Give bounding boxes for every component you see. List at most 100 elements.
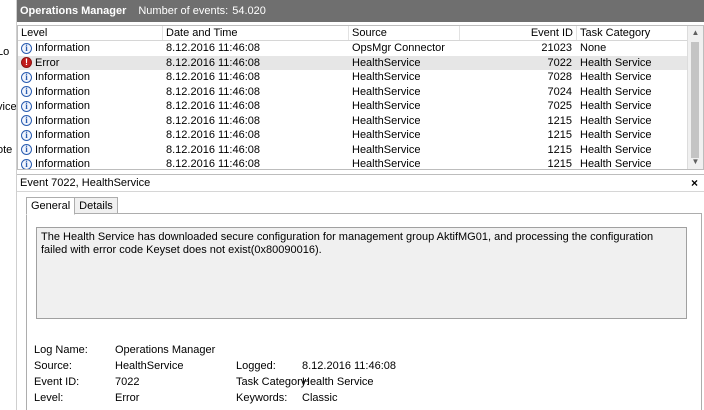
level-text: Information <box>35 114 91 127</box>
cell-date: 8.12.2016 11:46:08 <box>166 85 260 98</box>
cell-event-id: 1215 <box>547 143 572 156</box>
table-row[interactable]: i Information 8.12.2016 11:46:08 HealthServ… <box>18 157 688 170</box>
general-tab-panel: The Health Service has downloaded secure… <box>26 213 702 410</box>
cell-source: HealthService <box>352 56 421 69</box>
cell-source: HealthService <box>352 143 421 156</box>
event-count-label: Number of events: <box>138 5 229 17</box>
cell-date: 8.12.2016 11:46:08 <box>166 129 260 141</box>
scrollbar-thumb[interactable] <box>691 42 699 158</box>
table-row[interactable]: i Information 8.12.2016 11:46:08 HealthServ… <box>18 85 688 100</box>
detail-tabs: General Details <box>26 197 118 215</box>
logged-label: Logged: <box>236 360 276 372</box>
cell-level: i Information <box>21 114 90 129</box>
tab-general[interactable]: General <box>26 197 76 215</box>
level-value: Error <box>115 392 140 404</box>
info-icon: i <box>21 129 32 141</box>
level-text: Information <box>35 129 91 141</box>
cell-task-category: Health Service <box>580 85 652 98</box>
info-icon: i <box>21 158 32 169</box>
table-row[interactable]: i Information 8.12.2016 11:46:08 HealthServ… <box>18 99 688 114</box>
table-row[interactable]: i Information 8.12.2016 11:46:08 HealthServ… <box>18 128 688 143</box>
cell-date: 8.12.2016 11:46:08 <box>166 42 260 54</box>
cell-source: HealthService <box>352 129 421 141</box>
cell-event-id: 7022 <box>547 56 572 69</box>
cell-source: HealthService <box>352 100 421 112</box>
cell-level: i Information <box>21 85 90 100</box>
cell-event-id: 1215 <box>547 129 572 141</box>
left-nav-strip: Lo vice ote <box>0 0 17 410</box>
cell-date: 8.12.2016 11:46:08 <box>166 143 260 156</box>
cell-level: ! Error <box>21 56 59 71</box>
cell-source: HealthService <box>352 71 421 83</box>
source-value: HealthService <box>115 360 184 372</box>
level-text: Information <box>35 143 91 156</box>
cell-source: HealthService <box>352 114 421 127</box>
cell-event-id: 1215 <box>547 114 572 127</box>
cell-level: i Information <box>21 143 90 158</box>
log-title: Operations Manager <box>20 5 127 17</box>
info-icon: i <box>21 144 32 156</box>
info-icon: i <box>21 71 32 83</box>
keywords-label: Keywords: <box>236 392 288 404</box>
level-text: Error <box>35 56 60 69</box>
event-detail-title: Event 7022, HealthService <box>20 177 151 189</box>
left-nav-fragment[interactable]: Lo <box>0 46 9 58</box>
column-header-task-category[interactable]: Task Category <box>577 26 688 40</box>
cell-event-id: 7028 <box>547 71 572 83</box>
table-row[interactable]: i Information 8.12.2016 11:46:08 HealthServ… <box>18 114 688 129</box>
keywords-value: Classic <box>302 392 338 404</box>
table-row[interactable]: i Information 8.12.2016 11:46:08 OpsMgr Con… <box>18 41 688 56</box>
cell-event-id: 7024 <box>547 85 572 98</box>
event-message-box[interactable]: The Health Service has downloaded secure… <box>36 227 687 319</box>
cell-source: HealthService <box>352 158 421 170</box>
table-rows: i Information 8.12.2016 11:46:08 OpsMgr Con… <box>18 41 688 170</box>
cell-date: 8.12.2016 11:46:08 <box>166 56 260 69</box>
error-icon: ! <box>21 57 32 69</box>
info-icon: i <box>21 42 32 54</box>
table-row[interactable]: i Information 8.12.2016 11:46:08 HealthServ… <box>18 70 688 85</box>
cell-task-category: Health Service <box>580 100 652 112</box>
log-name-value: Operations Manager <box>115 344 216 356</box>
table-header: Level Date and Time Source Event ID Task… <box>18 26 688 41</box>
cell-date: 8.12.2016 11:46:08 <box>166 158 260 170</box>
cell-level: i Information <box>21 128 90 143</box>
table-row[interactable]: ! Error 8.12.2016 11:46:08 HealthService 702… <box>18 55 688 71</box>
left-nav-fragment[interactable]: vice <box>0 101 16 113</box>
column-header-date[interactable]: Date and Time <box>163 26 349 40</box>
left-nav-fragment[interactable]: ote <box>0 144 12 156</box>
cell-source: HealthService <box>352 85 421 98</box>
cell-level: i Information <box>21 99 90 114</box>
scroll-up-icon[interactable]: ▲ <box>688 26 703 40</box>
event-id-value: 7022 <box>115 376 140 388</box>
level-text: Information <box>35 85 91 98</box>
level-text: Information <box>35 71 91 83</box>
logged-value: 8.12.2016 11:46:08 <box>302 360 396 372</box>
task-category-label: Task Category: <box>236 376 310 388</box>
scroll-down-icon[interactable]: ▼ <box>688 155 703 169</box>
tab-details[interactable]: Details <box>74 197 118 214</box>
vertical-scrollbar[interactable]: ▲ ▼ <box>687 26 703 169</box>
cell-source: OpsMgr Connector <box>352 42 445 54</box>
table-row[interactable]: i Information 8.12.2016 11:46:08 HealthServ… <box>18 143 688 158</box>
column-header-level[interactable]: Level <box>18 26 163 40</box>
cell-task-category: None <box>580 42 607 54</box>
cell-task-category: Health Service <box>580 143 652 156</box>
cell-task-category: Health Service <box>580 114 652 127</box>
level-text: Information <box>35 100 91 112</box>
column-header-source[interactable]: Source <box>349 26 460 40</box>
level-text: Information <box>35 42 91 54</box>
column-header-event-id[interactable]: Event ID <box>460 26 577 40</box>
event-count-value: 54.020 <box>232 5 266 17</box>
cell-date: 8.12.2016 11:46:08 <box>166 71 260 83</box>
cell-date: 8.12.2016 11:46:08 <box>166 100 260 112</box>
info-icon: i <box>21 115 32 127</box>
cell-task-category: Health Service <box>580 129 652 141</box>
event-detail-header: Event 7022, HealthService × <box>17 174 704 192</box>
cell-task-category: Health Service <box>580 56 652 69</box>
event-viewer-main: Operations Manager Number of events: 54.… <box>17 0 704 410</box>
info-icon: i <box>21 100 32 112</box>
info-icon: i <box>21 86 32 98</box>
cell-event-id: 1215 <box>547 158 572 170</box>
cell-task-category: Health Service <box>580 71 652 83</box>
close-icon[interactable]: × <box>691 175 698 191</box>
